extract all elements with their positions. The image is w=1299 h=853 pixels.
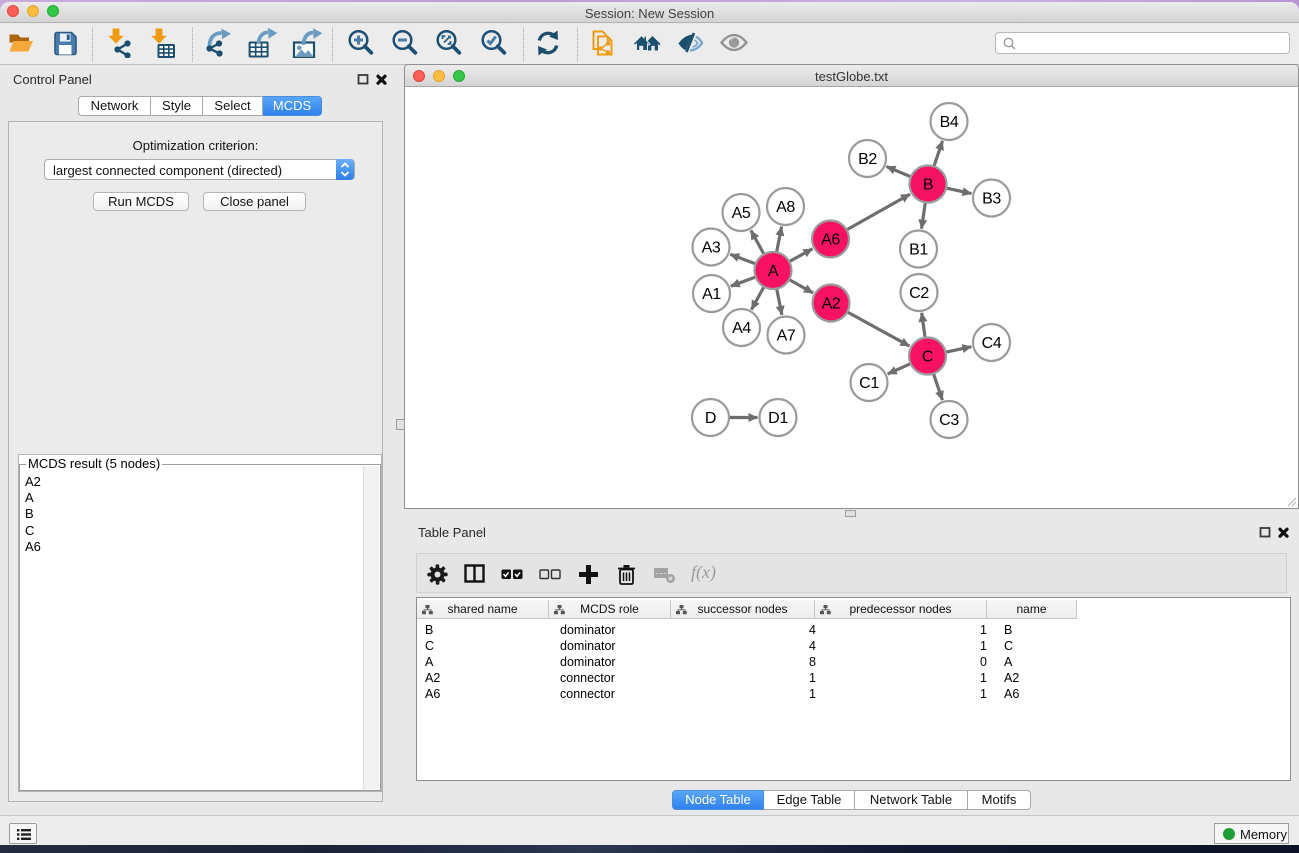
- svg-text:C2: C2: [909, 285, 929, 302]
- svg-text:B3: B3: [982, 191, 1001, 208]
- svg-text:A4: A4: [732, 320, 751, 337]
- svg-text:C4: C4: [982, 335, 1002, 352]
- svg-text:A8: A8: [776, 199, 795, 216]
- svg-text:B1: B1: [909, 242, 928, 259]
- svg-text:A: A: [768, 263, 779, 280]
- svg-text:D: D: [705, 410, 716, 427]
- svg-text:C1: C1: [859, 375, 879, 392]
- svg-text:C3: C3: [939, 412, 959, 429]
- svg-text:B4: B4: [940, 114, 959, 131]
- svg-text:C: C: [922, 349, 933, 366]
- svg-text:A5: A5: [732, 205, 751, 222]
- svg-text:D1: D1: [768, 410, 788, 427]
- svg-text:A3: A3: [702, 240, 721, 257]
- svg-text:A6: A6: [821, 232, 840, 249]
- svg-text:A7: A7: [777, 328, 796, 345]
- svg-text:B: B: [923, 177, 933, 194]
- svg-text:A2: A2: [822, 296, 841, 313]
- svg-text:B2: B2: [858, 151, 877, 168]
- svg-text:A1: A1: [702, 286, 721, 303]
